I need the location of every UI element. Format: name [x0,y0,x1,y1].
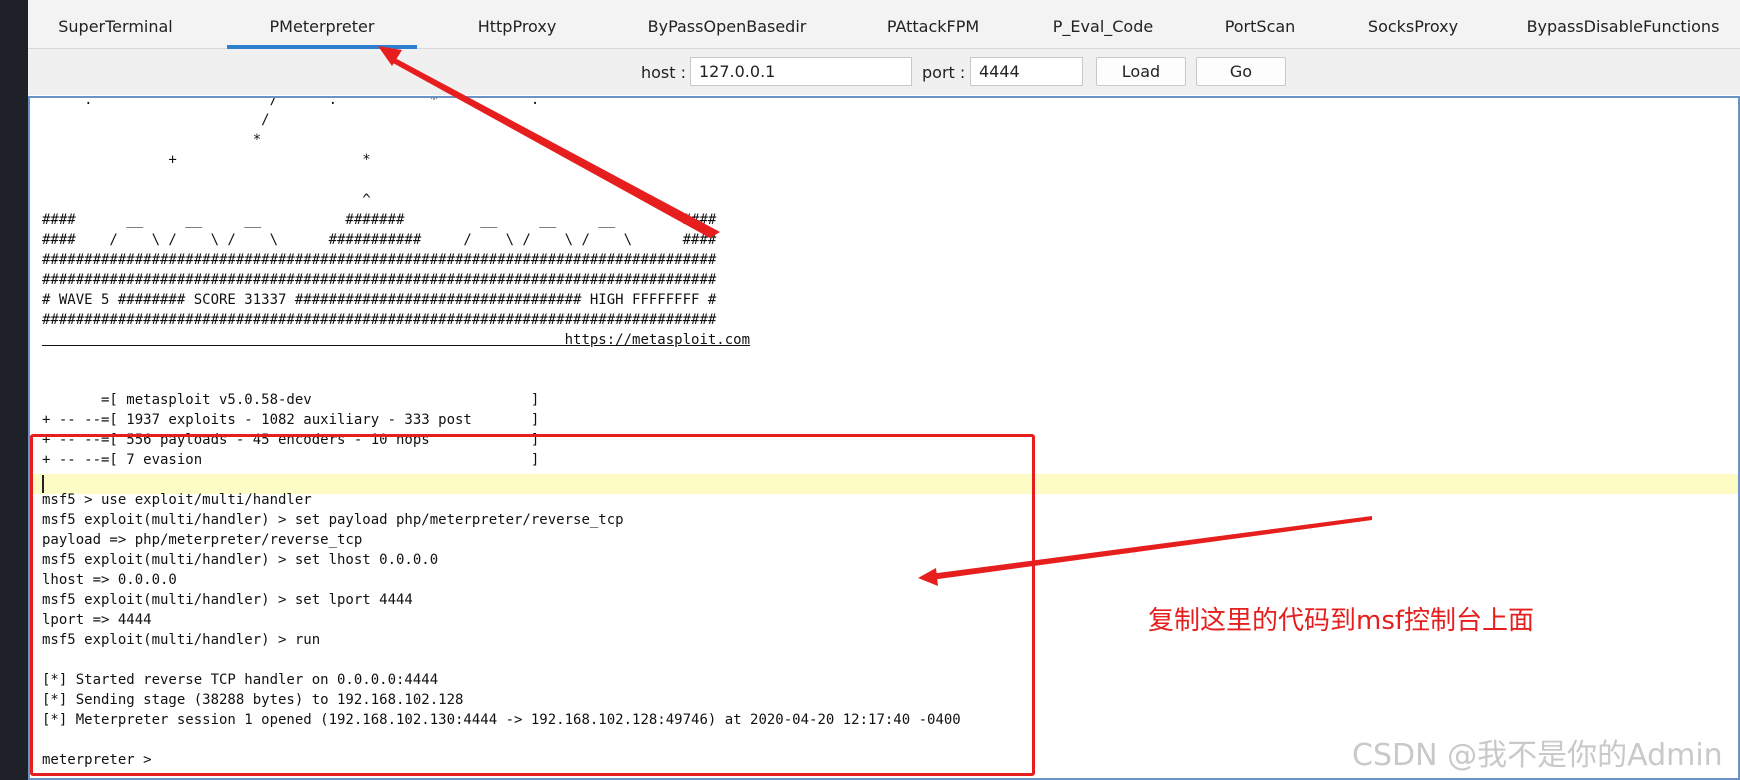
console-line: + * [42,152,371,168]
console-line: [*] Started reverse TCP handler on 0.0.0… [42,672,439,688]
console-line: msf5 exploit(multi/handler) > set lhost … [42,552,439,568]
console-line: payload => php/meterpreter/reverse_tcp [42,532,363,548]
tab-portscan[interactable]: PortScan [1190,0,1330,49]
tab-httpproxy[interactable]: HttpProxy [437,0,597,49]
console-line: msf5 exploit(multi/handler) > set payloa… [42,512,624,528]
console-line: + -- --=[ 556 payloads - 45 encoders - 1… [42,432,540,448]
console-line: lhost => 0.0.0.0 [42,572,177,588]
connection-toolbar: host : port : Load Go [28,49,1740,95]
console-line: . / . * . [42,96,540,108]
tab-bypassopenbasedir[interactable]: ByPassOpenBasedir [612,0,842,49]
tab-bar: SuperTerminal PMeterpreter HttpProxy ByP… [28,0,1740,49]
background-strip [0,0,28,780]
console-line: =[ metasploit v5.0.58-dev ] [42,392,540,408]
console-line: [*] Sending stage (38288 bytes) to 192.1… [42,692,464,708]
console-output[interactable]: . / . * . / * + * ^ #### __ __ __ ######… [28,96,1740,780]
load-button[interactable]: Load [1096,57,1186,86]
console-line: [*] Meterpreter session 1 opened (192.16… [42,712,961,728]
console-line: / [42,112,270,128]
console-line: # WAVE 5 ######## SCORE 31337 ##########… [42,292,717,308]
console-line: ########################################… [42,312,717,328]
console-line: ^ [42,192,371,208]
console-line: + -- --=[ 7 evasion ] [42,452,540,468]
console-prompt[interactable]: meterpreter > [42,750,152,770]
tab-bypassdisablefunctions[interactable]: BypassDisableFunctions [1508,0,1738,49]
tab-pmeterpreter[interactable]: PMeterpreter [227,0,417,49]
tab-superterminal[interactable]: SuperTerminal [38,0,193,49]
port-input[interactable] [970,57,1083,86]
console-line: #### __ __ __ ####### __ __ __ #### [42,212,717,228]
console-line: * [42,132,262,148]
console-line: ########################################… [42,272,717,288]
console-line: lport => 4444 [42,612,152,628]
tab-socksproxy[interactable]: SocksProxy [1338,0,1488,49]
console-line: msf5 exploit(multi/handler) > set lport … [42,592,413,608]
console-line: msf5 exploit(multi/handler) > run [42,632,321,648]
metasploit-link[interactable]: https://metasploit.com [42,330,750,350]
watermark: CSDN @我不是你的Admin [1352,738,1723,773]
go-button[interactable]: Go [1196,57,1286,86]
port-label: port : [922,63,966,82]
console-line: #### / \ / \ / \ ########### / \ / \ / \… [42,232,717,248]
console-line: ########################################… [42,252,717,268]
tab-p-eval-code[interactable]: P_Eval_Code [1018,0,1188,49]
console-line: msf5 > use exploit/multi/handler [42,492,312,508]
host-label: host : [641,63,687,82]
console-line: + -- --=[ 1937 exploits - 1082 auxiliary… [42,412,540,428]
annotation-text: 复制这里的代码到msf控制台上面 [1148,606,1535,636]
host-input[interactable] [690,57,912,86]
tab-pattackfpm[interactable]: PAttackFPM [848,0,1018,49]
